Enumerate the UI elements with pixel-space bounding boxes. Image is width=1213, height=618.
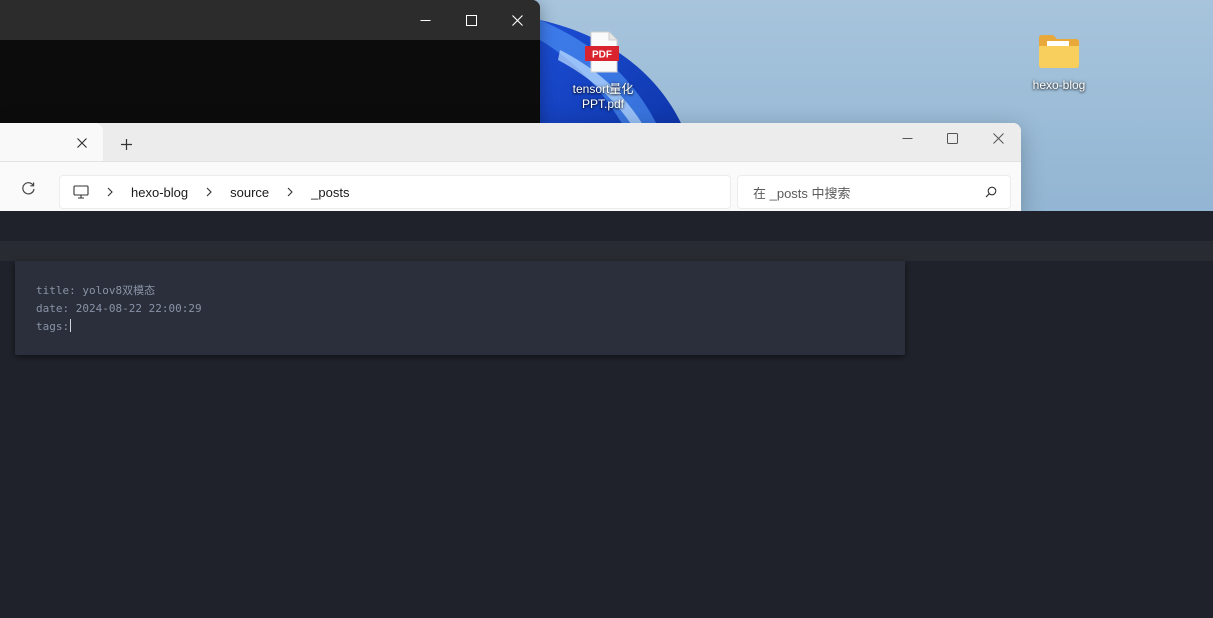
- code-block[interactable]: title: yolov8双模态 date: 2024-08-22 22:00:…: [36, 282, 202, 336]
- tab-posts[interactable]: [0, 123, 103, 161]
- maximize-button[interactable]: [448, 0, 494, 40]
- pdf-file-icon: PDF: [585, 31, 619, 73]
- editor-area: title: yolov8双模态 date: 2024-08-22 22:00:…: [0, 211, 1213, 618]
- file-explorer-window[interactable]: hexo-blog source _posts 在 _posts 中搜索: [0, 123, 1021, 213]
- explorer-toolbar: hexo-blog source _posts 在 _posts 中搜索: [0, 161, 1021, 213]
- code-line-tags: tags:: [36, 319, 72, 333]
- desktop-icon-pdf[interactable]: PDF tensort量化 PPT.pdf: [555, 30, 651, 112]
- chevron-right-icon[interactable]: [204, 187, 214, 197]
- close-icon: [992, 132, 1004, 144]
- minimize-button[interactable]: [884, 123, 930, 153]
- chevron-right-icon[interactable]: [285, 187, 295, 197]
- code-line-date: date: 2024-08-22 22:00:29: [36, 302, 202, 315]
- plus-icon[interactable]: [120, 138, 133, 151]
- tab-strip: [0, 123, 1021, 161]
- breadcrumb-item-hexo-blog[interactable]: hexo-blog: [131, 185, 188, 200]
- close-button[interactable]: [494, 0, 540, 40]
- text-cursor: [70, 319, 72, 332]
- front-matter-panel[interactable]: title: yolov8双模态 date: 2024-08-22 22:00:…: [15, 261, 905, 355]
- terminal-window[interactable]: [0, 0, 540, 124]
- maximize-button[interactable]: [929, 123, 975, 153]
- minimize-icon: [902, 137, 912, 139]
- breadcrumb-item-source[interactable]: source: [230, 185, 269, 200]
- terminal-titlebar[interactable]: [0, 0, 540, 40]
- minimize-icon: [420, 19, 430, 21]
- folder-icon: [1039, 35, 1079, 68]
- desktop-icon-hexo-blog[interactable]: hexo-blog: [1011, 32, 1107, 93]
- close-icon[interactable]: [76, 137, 88, 149]
- desktop-icon-label: tensort量化 PPT.pdf: [572, 82, 634, 111]
- code-line-title: title: yolov8双模态: [36, 284, 156, 297]
- desktop-icon-label: hexo-blog: [1032, 78, 1086, 92]
- maximize-icon: [465, 14, 477, 26]
- address-bar[interactable]: hexo-blog source _posts: [59, 175, 731, 209]
- maximize-icon: [946, 132, 958, 144]
- refresh-icon[interactable]: [21, 181, 36, 196]
- editor-toolbar-strip: [0, 241, 1213, 261]
- search-icon[interactable]: [985, 186, 997, 198]
- close-icon: [511, 14, 523, 26]
- close-button[interactable]: [975, 123, 1021, 153]
- search-input[interactable]: 在 _posts 中搜索: [737, 175, 1011, 209]
- svg-text:PDF: PDF: [592, 50, 612, 61]
- search-placeholder: 在 _posts 中搜索: [753, 185, 851, 201]
- breadcrumb-item-posts[interactable]: _posts: [311, 185, 349, 200]
- chevron-right-icon[interactable]: [105, 187, 115, 197]
- minimize-button[interactable]: [402, 0, 448, 40]
- computer-icon[interactable]: [73, 185, 89, 199]
